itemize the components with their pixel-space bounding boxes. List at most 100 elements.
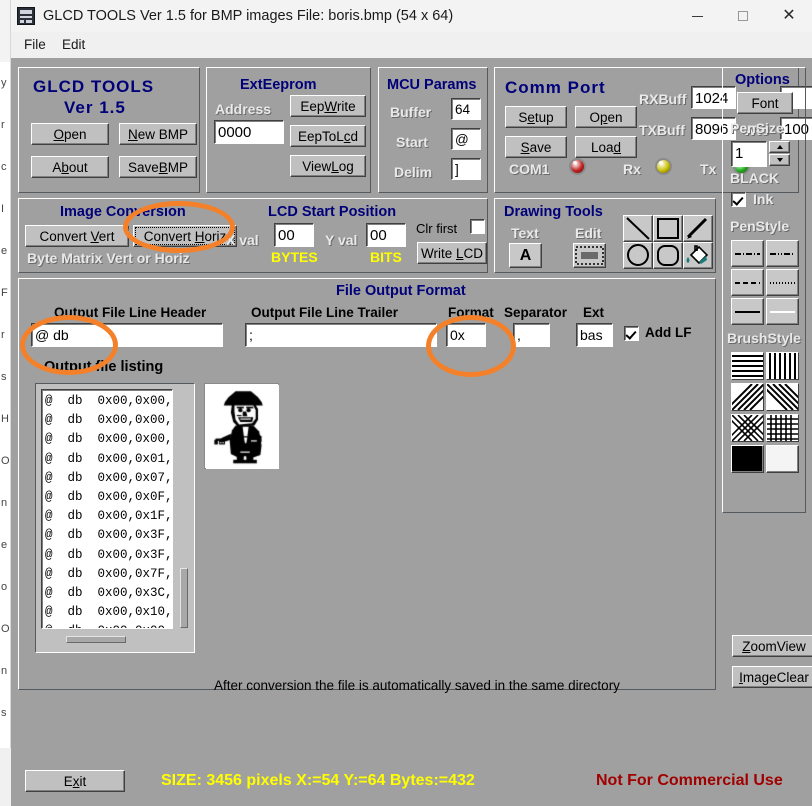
listing-horizontal-scroll-thumb[interactable]: [66, 636, 126, 643]
listing-vertical-scroll-thumb[interactable]: [180, 568, 188, 628]
penstyle-none-button[interactable]: [766, 298, 799, 325]
comm-open-button[interactable]: Open: [575, 106, 637, 128]
output-file-line-header-input[interactable]: @ db: [31, 323, 223, 347]
pencil-tool-button[interactable]: [683, 215, 713, 242]
buffer-label: Buffer: [390, 104, 431, 120]
brushstyle-diagcross-button[interactable]: [731, 414, 764, 442]
brushstyle-diagonal-button[interactable]: [731, 383, 764, 411]
bitmap-preview[interactable]: [205, 384, 278, 468]
save-bmp-button[interactable]: SaveBMP: [119, 156, 197, 178]
brushstyle-vertical-button[interactable]: [766, 352, 799, 380]
pensize-input[interactable]: 1: [731, 141, 767, 167]
penstyle-dashdot-button[interactable]: [731, 240, 764, 267]
pensize-decrement-button[interactable]: [769, 154, 790, 166]
output-listing[interactable]: @ db 0x00,0x00,@ db 0x00,0x00,@ db 0x00,…: [41, 389, 173, 629]
start-input[interactable]: @: [451, 128, 481, 150]
minimize-button[interactable]: [674, 0, 720, 32]
menu-item-file[interactable]: File: [17, 35, 53, 55]
not-for-commercial-use-label: Not For Commercial Use: [596, 772, 783, 790]
edit-tool-button[interactable]: [573, 243, 606, 268]
ellipse-icon: [624, 243, 652, 268]
back-diagonal-hatch-icon: [767, 384, 798, 410]
app-title-line1: GLCD TOOLS: [33, 77, 154, 97]
fill-bucket-tool-button[interactable]: [683, 242, 713, 269]
y-val-label: Y val: [325, 232, 357, 248]
font-button[interactable]: Font: [737, 92, 793, 114]
rx-label: Rx: [623, 161, 641, 177]
options-panel: Options Font PenSize 1 BLACK Ink PenStyl…: [722, 67, 806, 513]
rounded-rect-tool-button[interactable]: [653, 242, 683, 269]
penstyle-solid-button[interactable]: [731, 298, 764, 325]
text-tool-glyph: A: [520, 247, 532, 265]
brushstyle-clear-button[interactable]: [766, 445, 799, 473]
delim-input[interactable]: ]: [451, 158, 481, 180]
clr-first-checkbox[interactable]: [470, 219, 485, 234]
rectangle-icon: [654, 216, 682, 241]
about-button[interactable]: About: [31, 156, 109, 178]
brushstyle-horizontal-button[interactable]: [731, 352, 764, 380]
text-tool-button[interactable]: A: [509, 243, 542, 268]
brushstyle-solid-button[interactable]: [731, 445, 764, 473]
background-window[interactable]: yrcIeFrsHOneoOnsC: [0, 0, 10, 748]
menu-item-edit[interactable]: Edit: [55, 35, 92, 55]
close-button[interactable]: ✕: [766, 0, 812, 32]
listing-line: @ db 0x00,0x7F,: [45, 565, 172, 584]
separator-input[interactable]: ,: [513, 323, 550, 347]
open-button[interactable]: Open: [31, 123, 109, 145]
output-file-line-trailer-input[interactable]: ;: [245, 323, 437, 347]
dash-dot-line-icon: [732, 241, 763, 266]
rounded-rectangle-icon: [654, 243, 682, 268]
add-lf-checkbox[interactable]: [624, 326, 639, 341]
listing-line: @ db 0x00,0x00,: [45, 411, 172, 430]
line-tool-button[interactable]: [623, 215, 653, 242]
exit-button[interactable]: Exit: [25, 770, 125, 792]
text-tool-label: Text: [511, 225, 539, 241]
output-header-label: Output File Line Header: [54, 305, 206, 320]
background-window-text: yrcIeFrsHOneoOnsC: [0, 62, 10, 748]
lcd-start-position-title: LCD Start Position: [268, 204, 396, 220]
edit-tool-label: Edit: [575, 225, 601, 241]
eep-write-button[interactable]: EepWrite: [290, 95, 366, 117]
view-log-button[interactable]: ViewLog: [290, 155, 366, 177]
write-lcd-button[interactable]: Write LCD: [417, 242, 487, 264]
ellipse-tool-button[interactable]: [623, 242, 653, 269]
brushstyle-backdiagonal-button[interactable]: [766, 383, 799, 411]
comm-save-button[interactable]: Save: [505, 136, 567, 158]
pencil-icon: [684, 216, 712, 241]
image-clear-button[interactable]: ImageClear: [732, 666, 812, 688]
listing-line: @ db 0x00,0x10,: [45, 603, 172, 622]
ext-input[interactable]: bas: [576, 323, 613, 347]
format-input[interactable]: 0x: [446, 323, 486, 347]
buffer-input[interactable]: 64: [451, 98, 481, 120]
x-val-input[interactable]: 00: [274, 223, 314, 247]
penstyle-dot-button[interactable]: [766, 269, 799, 296]
comm-setup-button[interactable]: Setup: [505, 106, 567, 128]
marquee-select-icon: [574, 244, 605, 267]
brushstyle-cross-button[interactable]: [766, 414, 799, 442]
drawing-tools-panel: Drawing Tools Text Edit A: [494, 198, 716, 273]
new-bmp-button[interactable]: New BMP: [119, 123, 197, 145]
zoom-view-button[interactable]: ZoomView: [732, 635, 812, 657]
penstyle-dash-button[interactable]: [731, 269, 764, 296]
maximize-button[interactable]: [720, 0, 766, 32]
convert-vert-button[interactable]: Convert Vert: [25, 225, 129, 247]
penstyle-dashdotdot-button[interactable]: [766, 240, 799, 267]
fill-bucket-icon: [684, 243, 712, 268]
add-lf-label: Add LF: [645, 325, 692, 340]
convert-horiz-button[interactable]: Convert Horiz: [133, 225, 237, 247]
eep-to-lcd-button[interactable]: EepToLcd: [290, 125, 366, 147]
rectangle-tool-button[interactable]: [653, 215, 683, 242]
pensize-increment-button[interactable]: [769, 141, 790, 153]
comm-load-button[interactable]: Load: [575, 136, 637, 158]
status-bar: Exit SIZE: 3456 pixels X:=54 Y:=64 Bytes…: [11, 748, 812, 806]
eeprom-address-input[interactable]: 0000: [214, 120, 284, 144]
y-val-input[interactable]: 00: [366, 223, 406, 247]
x-unit-label: BYTES: [271, 249, 318, 265]
clr-first-label: Clr first: [416, 221, 457, 236]
listing-line: @ db 0x00,0x00,: [45, 622, 172, 629]
title-bar: GLCD TOOLS Ver 1.5 for BMP images File: …: [11, 0, 812, 32]
com-status-led: [569, 158, 586, 175]
options-title: Options: [735, 72, 790, 88]
ink-checkbox[interactable]: [731, 192, 746, 207]
ext-eeprom-title: ExtEeprom: [240, 77, 317, 93]
